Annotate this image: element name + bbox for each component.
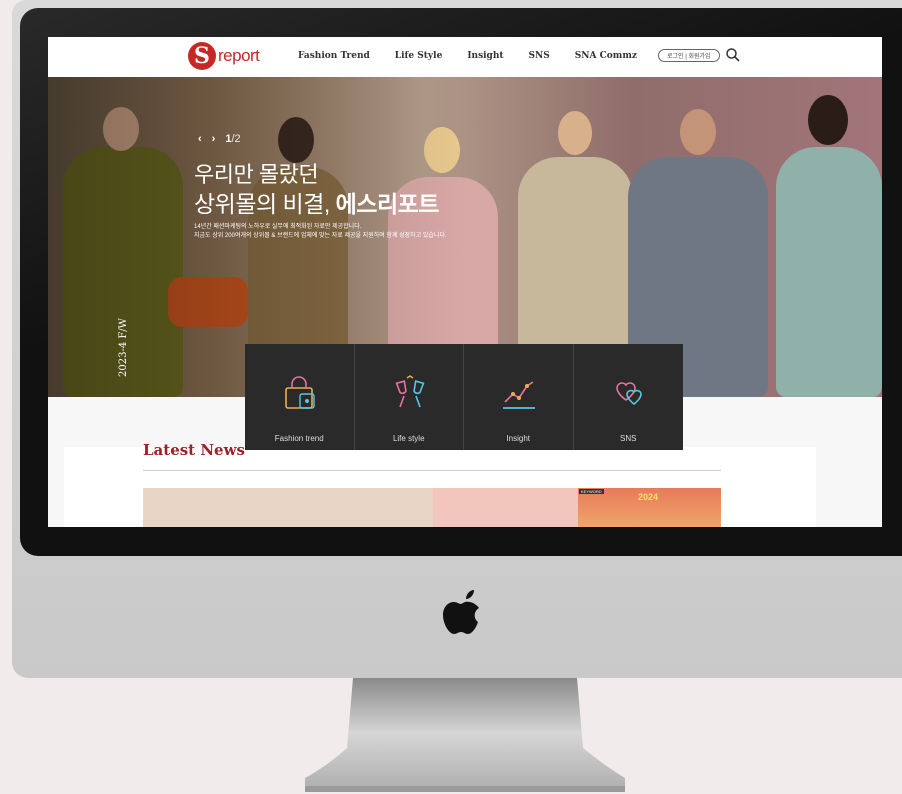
search-icon[interactable] <box>725 47 741 63</box>
category-life-style[interactable]: Life style <box>355 344 464 450</box>
hero-title-bold: 에스리포트 <box>335 191 440 217</box>
nav-fashion-trend[interactable]: Fashion Trend <box>298 51 370 61</box>
nav-sna-commz[interactable]: SNA Commz <box>575 51 637 61</box>
category-label: Fashion trend <box>274 434 324 443</box>
site-header: S report Fashion Trend Life Style Insigh… <box>48 37 882 77</box>
nav-sns[interactable]: SNS <box>529 51 550 61</box>
news-card[interactable] <box>143 488 433 527</box>
chevron-left-icon[interactable]: ‹ <box>198 133 202 145</box>
shopping-bag-icon <box>285 376 315 409</box>
divider <box>143 470 721 471</box>
news-card[interactable] <box>433 488 578 527</box>
category-sns[interactable]: SNS <box>574 344 684 450</box>
slide-total: /2 <box>231 133 241 145</box>
card-tag: KEYWORD <box>579 489 604 494</box>
category-insight[interactable]: Insight <box>464 344 574 450</box>
category-label: SNS <box>620 434 637 443</box>
category-label: Life style <box>392 434 425 443</box>
hero-title-plain: 상위몰의 비결, <box>194 191 336 217</box>
wine-glasses-icon <box>395 375 424 408</box>
apple-logo-icon <box>443 590 479 634</box>
nav-insight[interactable]: Insight <box>467 51 503 61</box>
hero-desc-line2: 지금도 상위 200여개의 상위몰 & 브랜드에 업체에 맞는 자료 제공을 지… <box>194 233 447 239</box>
hero-description: 14년간 패션마케팅의 노하우로 실무에 최적화된 자료만 제공합니다. 지금도… <box>194 223 447 241</box>
main-nav: Fashion Trend Life Style Insight SNS SNA… <box>298 51 662 61</box>
hearts-icon <box>615 382 642 405</box>
slide-counter: ‹ › 1/2 <box>198 133 241 145</box>
category-fashion-trend[interactable]: Fashion trend <box>245 344 355 450</box>
model-figure <box>776 95 882 397</box>
line-chart-icon <box>503 381 535 409</box>
imac-stand <box>305 678 625 792</box>
season-label: 2023-4 F/W <box>118 318 129 377</box>
category-label: Insight <box>506 434 531 443</box>
chevron-right-icon[interactable]: › <box>212 133 216 145</box>
hero-title-line2: 상위몰의 비결, 에스리포트 <box>194 185 439 219</box>
category-bar: Fashion trend Life style Insight SNS <box>245 344 683 450</box>
browser-screen: S report Fashion Trend Life Style Insigh… <box>48 37 882 527</box>
news-card[interactable]: KEYWORD 2024 <box>578 488 721 527</box>
hero-desc-line1: 14년간 패션마케팅의 노하우로 실무에 최적화된 자료만 제공합니다. <box>194 224 362 230</box>
logo-mark: S <box>188 42 216 70</box>
login-signup-button[interactable]: 로그인 | 회원가입 <box>658 49 720 62</box>
logo-text: report <box>218 46 260 65</box>
card-year: 2024 <box>638 492 659 502</box>
nav-life-style[interactable]: Life Style <box>395 51 443 61</box>
site-logo[interactable]: S report <box>188 42 260 70</box>
latest-news-title: Latest News <box>143 441 245 459</box>
